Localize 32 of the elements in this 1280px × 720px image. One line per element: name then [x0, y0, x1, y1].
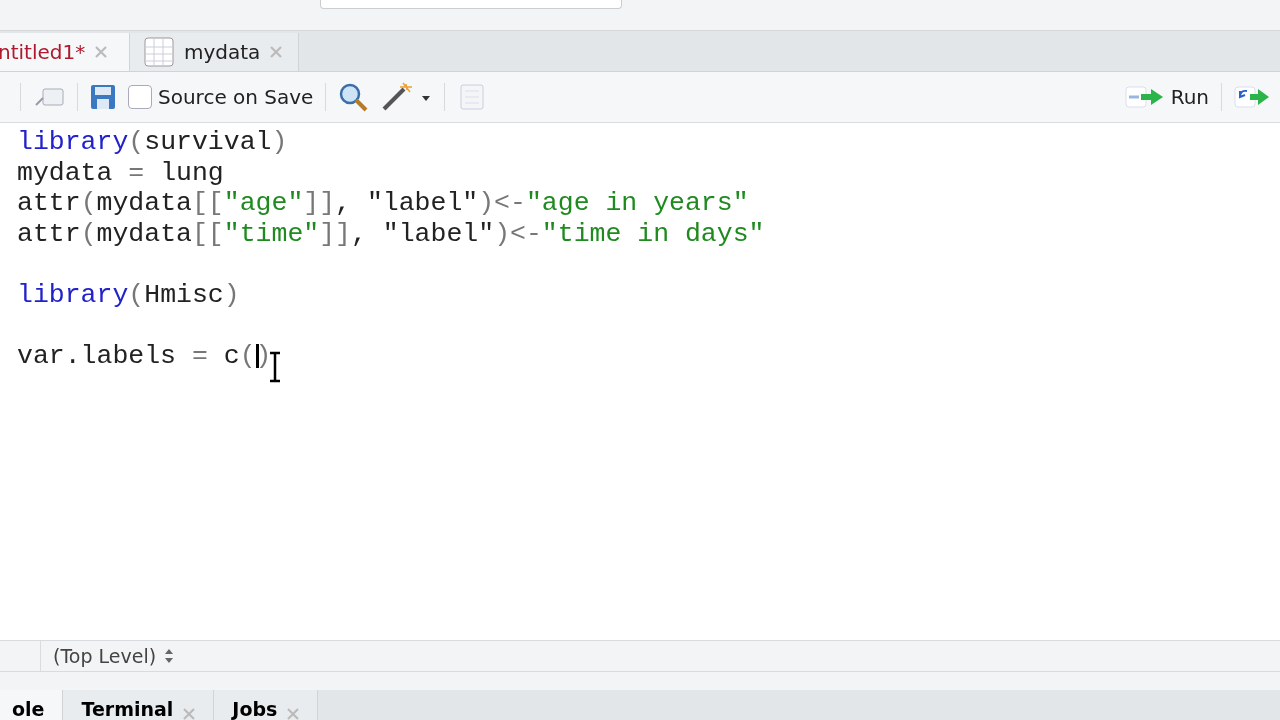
- close-icon[interactable]: [287, 708, 300, 720]
- tab-label: Terminal: [81, 698, 174, 720]
- close-icon[interactable]: [95, 46, 108, 58]
- code-line: attr(mydata[["age"]], "label")<-"age in years": [17, 188, 749, 218]
- code-line: mydata = lung: [17, 157, 224, 188]
- table-icon: [144, 37, 174, 67]
- code-line: library(Hmisc): [17, 279, 240, 310]
- rerun-icon[interactable]: [1234, 85, 1270, 109]
- editor-tab[interactable]: ntitled1*: [0, 33, 130, 71]
- code-line: var.labels = c(): [17, 340, 272, 371]
- close-icon[interactable]: [183, 708, 196, 720]
- run-arrow-icon: [1124, 85, 1165, 109]
- scope-selector[interactable]: (Top Level): [41, 645, 175, 667]
- show-in-window-icon[interactable]: [33, 85, 65, 109]
- code-line: library(survival): [17, 127, 288, 157]
- panel-tab[interactable]: Terminal: [63, 690, 215, 720]
- magic-wand-icon[interactable]: [380, 82, 433, 112]
- editor-tab[interactable]: mydata: [130, 33, 300, 71]
- mouse-cursor-icon: [268, 351, 282, 383]
- search-icon[interactable]: [338, 82, 369, 112]
- source-on-save-checkbox[interactable]: Source on Save: [128, 85, 314, 109]
- tab-label: ntitled1*: [0, 40, 86, 64]
- updown-icon: [164, 648, 175, 664]
- save-icon[interactable]: [90, 84, 116, 110]
- panel-tab[interactable]: Jobs: [214, 690, 319, 720]
- close-icon[interactable]: [270, 46, 283, 58]
- tab-label: Jobs: [232, 698, 278, 720]
- tab-label: ole: [12, 698, 45, 720]
- panel-tab[interactable]: ole: [0, 690, 64, 720]
- run-button[interactable]: Run: [1124, 85, 1209, 109]
- tab-label: mydata: [184, 40, 261, 64]
- code-line: attr(mydata[["time"]], "label")<-"time in days": [17, 218, 765, 249]
